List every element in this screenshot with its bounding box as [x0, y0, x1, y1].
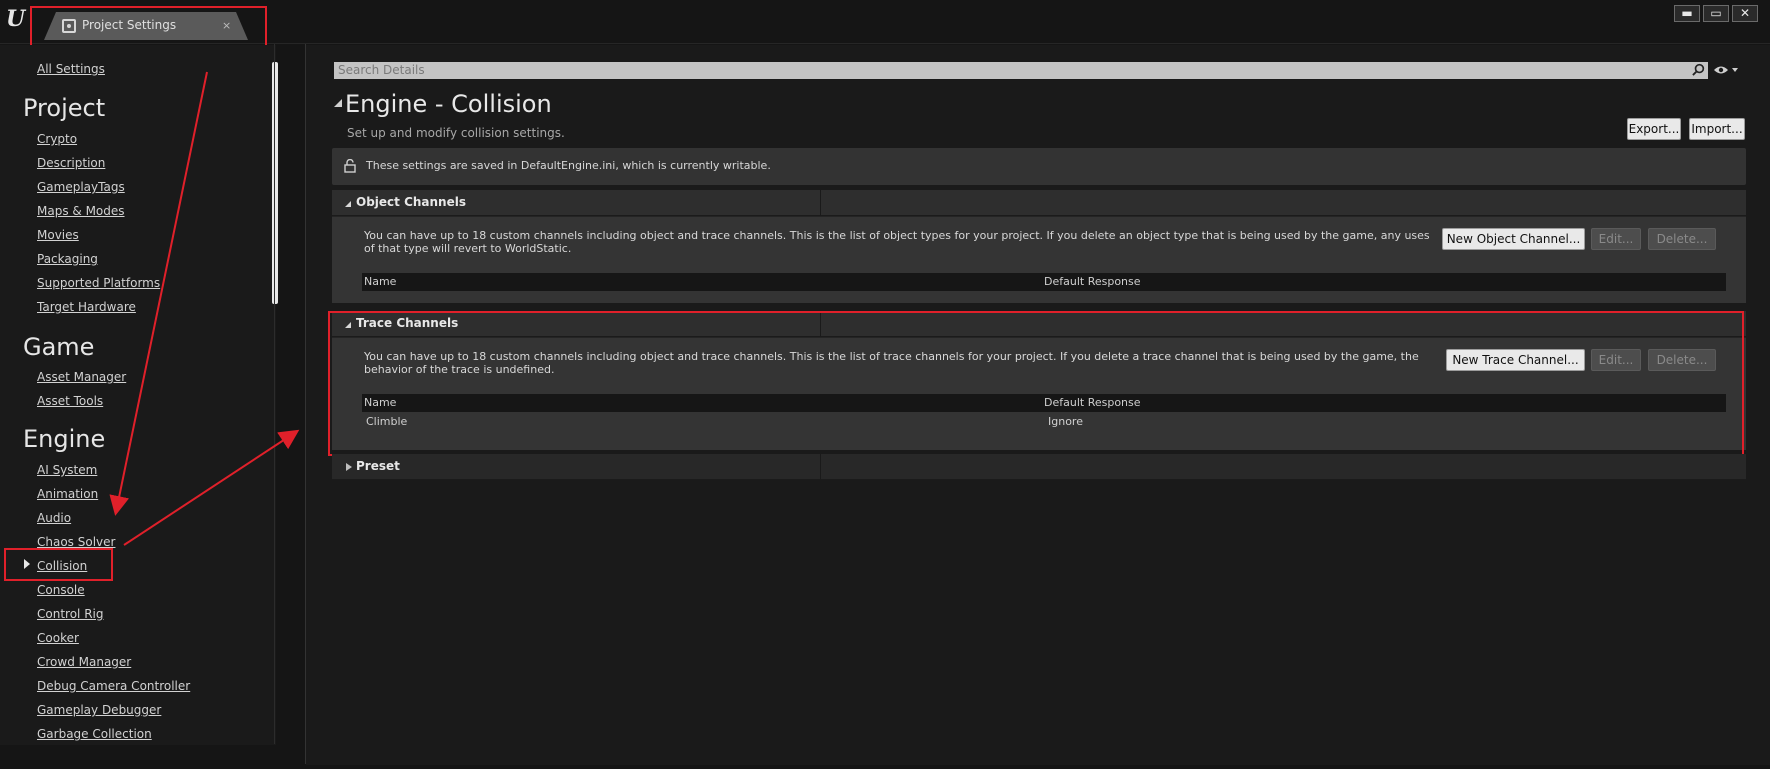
trace-channels-section: Trace Channels You can have up to 18 cus… [332, 311, 1746, 450]
nav-item-asset-manager[interactable]: Asset Manager [37, 370, 126, 384]
view-options-eye-icon[interactable] [1713, 63, 1739, 77]
nav-heading-game: Game [23, 333, 95, 361]
column-header-name[interactable]: Name [364, 275, 396, 288]
column-splitter[interactable] [820, 454, 821, 480]
nav-item-chaos-solver[interactable]: Chaos Solver [37, 535, 115, 549]
edit-trace-channel-button[interactable]: Edit... [1591, 349, 1641, 371]
search-input[interactable]: Search Details [334, 62, 1708, 79]
nav-all-settings[interactable]: All Settings [37, 62, 105, 76]
preset-title: Preset [356, 459, 400, 473]
tab-close-icon[interactable]: × [222, 19, 231, 32]
search-icon[interactable] [1692, 63, 1705, 76]
nav-item-gameplay-debugger[interactable]: Gameplay Debugger [37, 703, 161, 717]
trace-channels-title: Trace Channels [356, 316, 459, 330]
column-header-default-response[interactable]: Default Response [1044, 275, 1141, 288]
nav-item-debug-camera-controller[interactable]: Debug Camera Controller [37, 679, 190, 693]
object-channels-body: You can have up to 18 custom channels in… [332, 217, 1746, 303]
selected-arrow-icon [24, 559, 30, 569]
nav-item-cooker[interactable]: Cooker [37, 631, 79, 645]
trace-channels-description: You can have up to 18 custom channels in… [364, 350, 1419, 376]
config-notice-banner: These settings are saved in DefaultEngin… [332, 148, 1746, 185]
nav-item-control-rig[interactable]: Control Rig [37, 607, 103, 621]
collapsed-arrow-icon [346, 463, 352, 471]
nav-heading-engine: Engine [23, 425, 106, 453]
page-title: Engine - Collision [345, 90, 552, 118]
nav-item-maps-modes[interactable]: Maps & Modes [37, 204, 125, 218]
column-header-default-response[interactable]: Default Response [1044, 396, 1141, 409]
nav-item-description[interactable]: Description [37, 156, 105, 170]
nav-heading-project: Project [23, 94, 106, 122]
trace-channels-body: You can have up to 18 custom channels in… [332, 338, 1746, 450]
object-channels-section: Object Channels You can have up to 18 cu… [332, 190, 1746, 303]
nav-item-garbage-collection[interactable]: Garbage Collection [37, 727, 152, 741]
column-splitter[interactable] [820, 190, 821, 216]
tab-project-settings[interactable]: Project Settings × [44, 12, 248, 40]
maximize-button[interactable]: ▭ [1703, 5, 1729, 22]
object-channels-header[interactable]: Object Channels [332, 190, 1746, 216]
column-header-name[interactable]: Name [364, 396, 396, 409]
nav-item-movies[interactable]: Movies [37, 228, 79, 242]
edit-object-channel-button[interactable]: Edit... [1591, 228, 1641, 250]
notice-text: These settings are saved in DefaultEngin… [366, 159, 771, 172]
table-row[interactable]: Climble Ignore [362, 413, 1726, 431]
export-button[interactable]: Export... [1627, 118, 1681, 140]
nav-item-target-hardware[interactable]: Target Hardware [37, 300, 136, 314]
nav-item-asset-tools[interactable]: Asset Tools [37, 394, 103, 408]
new-trace-channel-button[interactable]: New Trace Channel... [1446, 349, 1585, 371]
nav-item-collision[interactable]: Collision [37, 559, 87, 573]
expand-arrow-icon [345, 322, 351, 328]
nav-item-gameplaytags[interactable]: GameplayTags [37, 180, 125, 194]
object-channels-title: Object Channels [356, 195, 466, 209]
nav-item-crowd-manager[interactable]: Crowd Manager [37, 655, 131, 669]
expand-arrow-icon [345, 201, 351, 207]
nav-item-console[interactable]: Console [37, 583, 85, 597]
nav-item-audio[interactable]: Audio [37, 511, 71, 525]
title-bar: U Project Settings × ▬ ▭ ✕ [0, 0, 1770, 44]
trace-channel-name: Climble [366, 415, 408, 428]
object-channels-table-header: Name Default Response [362, 273, 1726, 291]
trace-channels-header[interactable]: Trace Channels [332, 311, 1746, 337]
object-channels-description: You can have up to 18 custom channels in… [364, 229, 1430, 255]
nav-item-packaging[interactable]: Packaging [37, 252, 98, 266]
column-splitter[interactable] [820, 311, 821, 337]
nav-item-supported-platforms[interactable]: Supported Platforms [37, 276, 160, 290]
preset-section: Preset [332, 454, 1746, 480]
delete-trace-channel-button[interactable]: Delete... [1648, 349, 1716, 371]
new-object-channel-button[interactable]: New Object Channel... [1442, 228, 1585, 250]
trace-channel-response: Ignore [1048, 415, 1083, 428]
collapse-category-icon[interactable] [334, 99, 342, 107]
unlocked-lock-icon [344, 159, 356, 173]
trace-channels-table-header: Name Default Response [362, 394, 1726, 412]
nav-item-crypto[interactable]: Crypto [37, 132, 77, 146]
search-placeholder: Search Details [338, 63, 425, 77]
minimize-button[interactable]: ▬ [1674, 5, 1700, 22]
unreal-logo-icon: U [6, 6, 26, 32]
settings-gear-icon [62, 19, 76, 33]
page-description: Set up and modify collision settings. [347, 126, 565, 140]
import-button[interactable]: Import... [1689, 118, 1745, 140]
nav-item-animation[interactable]: Animation [37, 487, 98, 501]
nav-item-ai-system[interactable]: AI System [37, 463, 97, 477]
window-controls: ▬ ▭ ✕ [1674, 5, 1758, 22]
preset-header[interactable]: Preset [332, 454, 1746, 480]
sidebar-divider [274, 44, 275, 744]
tab-label: Project Settings [82, 18, 177, 32]
close-window-button[interactable]: ✕ [1732, 5, 1758, 22]
sidebar-scrollbar[interactable] [272, 62, 278, 304]
delete-object-channel-button[interactable]: Delete... [1648, 228, 1716, 250]
